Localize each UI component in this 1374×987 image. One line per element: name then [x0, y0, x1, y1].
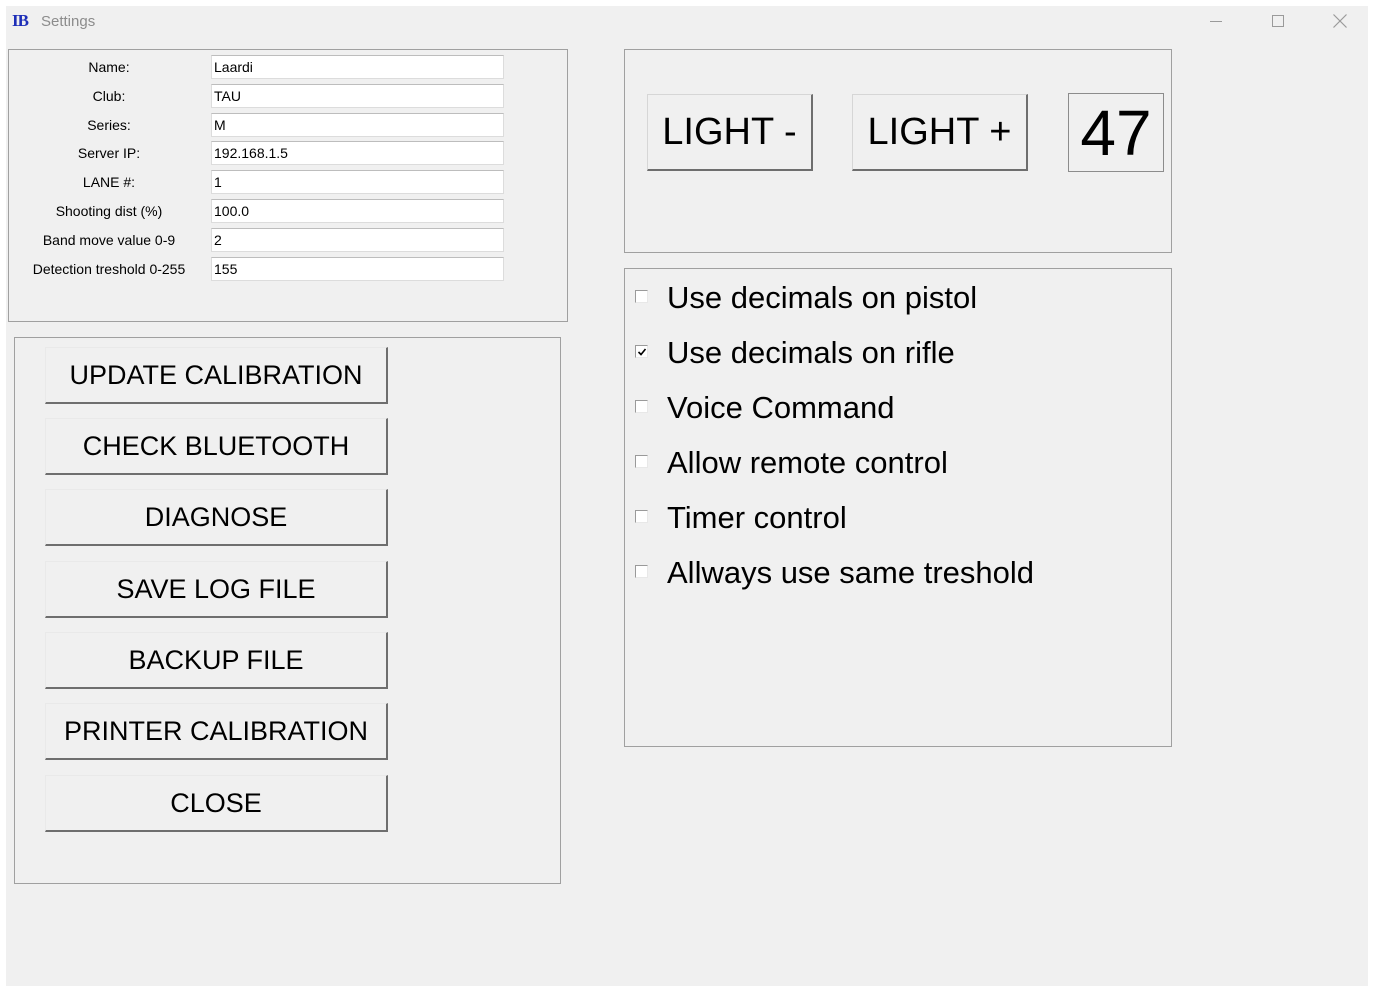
- field-row: Shooting dist (%): [9, 199, 569, 223]
- checkbox-label: Use decimals on pistol: [667, 280, 978, 315]
- app-icon: IB: [12, 11, 29, 30]
- update-calibration-button[interactable]: UPDATE CALIBRATION: [45, 347, 388, 404]
- field-row: Name:: [9, 55, 569, 79]
- field-label: Name:: [88, 59, 130, 75]
- close-button[interactable]: CLOSE: [45, 775, 388, 832]
- option-checkbox-row[interactable]: Voice Command: [635, 387, 1135, 427]
- checkmark-icon: [637, 348, 647, 356]
- field-input[interactable]: [211, 256, 504, 281]
- checkbox[interactable]: [635, 290, 648, 303]
- checkbox-label: Voice Command: [667, 390, 895, 425]
- light-value-display: 47: [1068, 93, 1164, 172]
- field-row: LANE #:: [9, 170, 569, 195]
- checkbox[interactable]: [635, 510, 648, 523]
- field-input[interactable]: [211, 170, 504, 195]
- close-window-button[interactable]: [1317, 6, 1363, 36]
- checkbox-label: Allways use same treshold: [667, 555, 1034, 590]
- light-panel: LIGHT - LIGHT + 47: [624, 49, 1172, 253]
- minimize-button[interactable]: [1193, 6, 1239, 36]
- option-checkbox-row[interactable]: Timer control: [635, 497, 1135, 537]
- settings-window: IB Settings Name: Club: Series: Server IP: L…: [6, 6, 1368, 986]
- field-input[interactable]: [211, 55, 504, 79]
- field-input[interactable]: [211, 112, 504, 137]
- actions-panel: UPDATE CALIBRATION CHECK BLUETOOTH DIAGN…: [14, 337, 561, 884]
- field-input[interactable]: [211, 141, 504, 166]
- checkbox-label: Allow remote control: [667, 445, 948, 480]
- field-input[interactable]: [211, 199, 504, 223]
- checkbox[interactable]: [635, 565, 648, 578]
- option-checkbox-row[interactable]: Allways use same treshold: [635, 552, 1135, 592]
- maximize-icon: [1272, 15, 1284, 27]
- window-title: Settings: [41, 13, 96, 30]
- option-checkbox-row[interactable]: Allow remote control: [635, 442, 1135, 482]
- field-label: Shooting dist (%): [55, 203, 163, 219]
- title-bar[interactable]: IB Settings: [6, 6, 1368, 36]
- field-label: Detection treshold 0-255: [32, 260, 186, 277]
- checkbox[interactable]: [635, 345, 648, 358]
- diagnose-button[interactable]: DIAGNOSE: [45, 489, 388, 546]
- checkbox-label: Timer control: [667, 500, 847, 535]
- maximize-button[interactable]: [1255, 6, 1301, 36]
- option-checkbox-row[interactable]: Use decimals on pistol: [635, 277, 1135, 317]
- check-bluetooth-button[interactable]: CHECK BLUETOOTH: [45, 418, 388, 475]
- field-row: Server IP:: [9, 141, 569, 166]
- field-label: Club:: [92, 87, 126, 104]
- printer-calibration-button[interactable]: PRINTER CALIBRATION: [45, 703, 388, 760]
- option-checkbox-row[interactable]: Use decimals on rifle: [635, 332, 1135, 372]
- field-label: Server IP:: [77, 145, 141, 162]
- field-input[interactable]: [211, 227, 504, 252]
- save-log-file-button[interactable]: SAVE LOG FILE: [45, 561, 388, 618]
- field-row: Club:: [9, 83, 569, 108]
- field-row: Detection treshold 0-255: [9, 256, 569, 281]
- light-minus-button[interactable]: LIGHT -: [647, 94, 813, 171]
- field-label: Band move value 0-9: [42, 231, 176, 248]
- field-input[interactable]: [211, 83, 504, 108]
- field-row: Band move value 0-9: [9, 227, 569, 252]
- close-icon: [1333, 14, 1347, 28]
- field-row: Series:: [9, 112, 569, 137]
- minimize-icon: [1210, 15, 1222, 27]
- field-label: Series:: [87, 116, 131, 133]
- light-plus-button[interactable]: LIGHT +: [852, 94, 1028, 171]
- backup-file-button[interactable]: BACKUP FILE: [45, 632, 388, 689]
- options-panel: Use decimals on pistol Use decimals on ri…: [624, 268, 1172, 747]
- field-label: LANE #:: [82, 174, 136, 191]
- checkbox-label: Use decimals on rifle: [667, 335, 955, 370]
- fields-panel: Name: Club: Series: Server IP: LANE #: Shooti…: [8, 49, 568, 322]
- checkbox[interactable]: [635, 455, 648, 468]
- checkbox[interactable]: [635, 400, 648, 413]
